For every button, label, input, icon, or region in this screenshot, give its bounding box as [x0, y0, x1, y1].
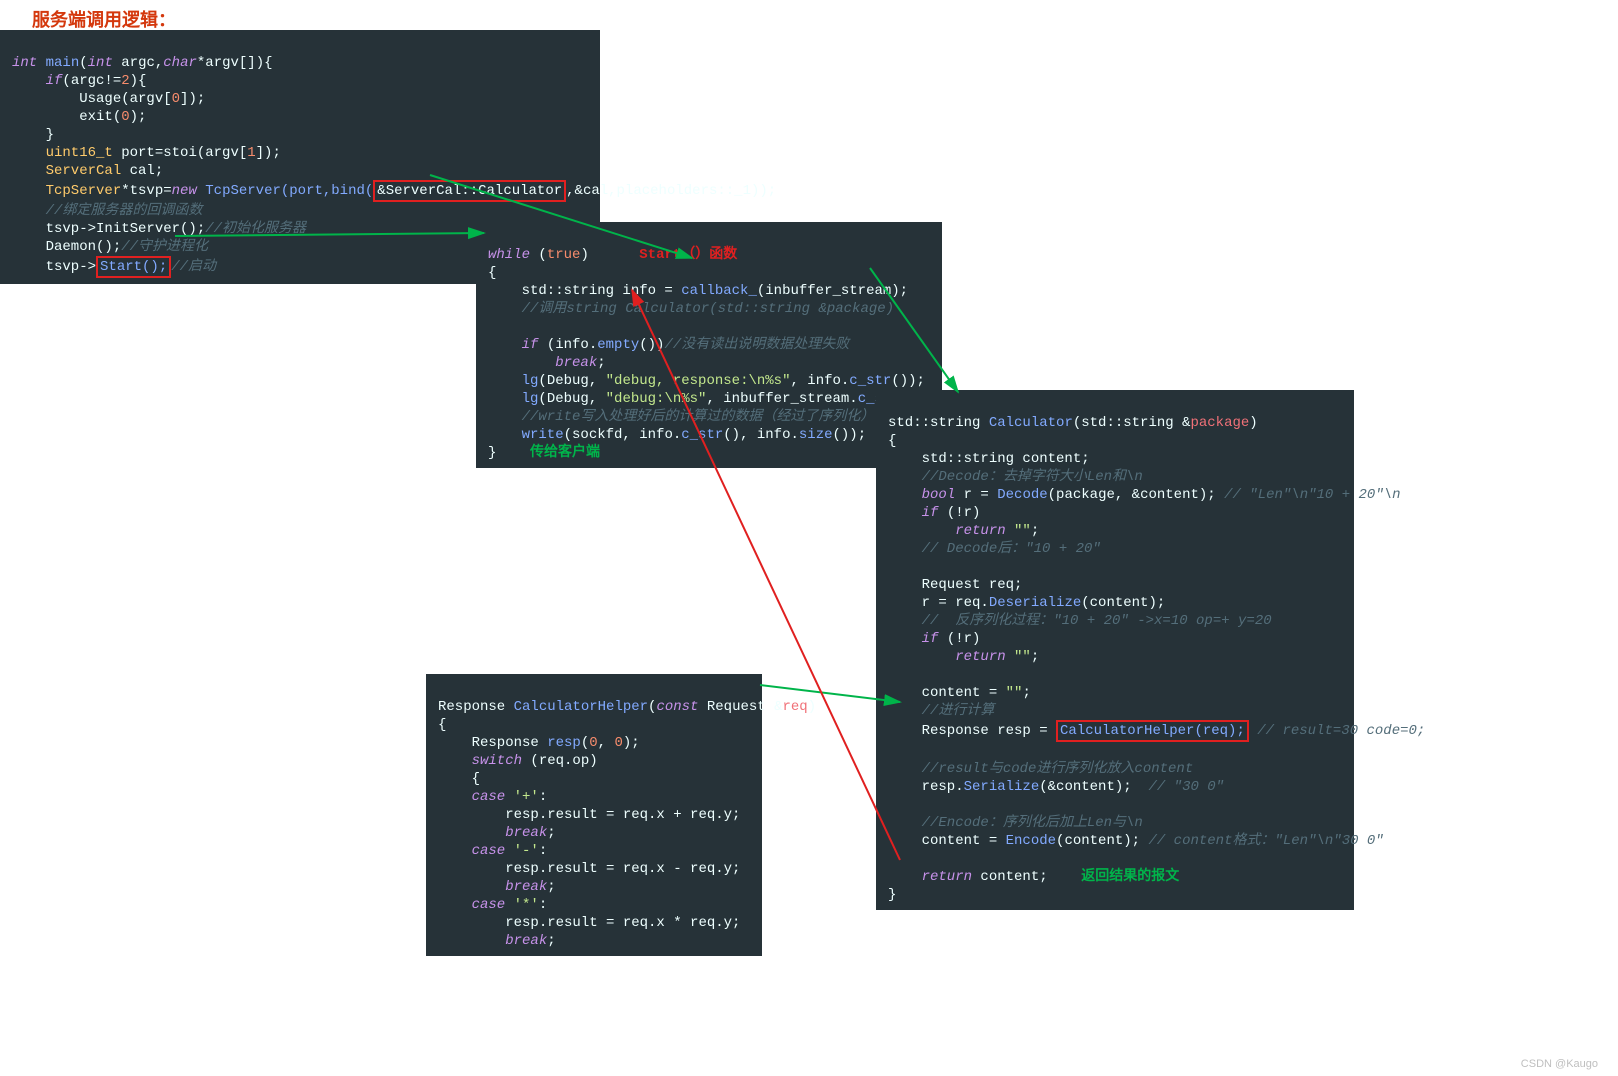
highlight-servercal-calculator: &ServerCal::Calculator: [373, 180, 566, 202]
code-block-start: while (true) Start（）函数 { std::string inf…: [476, 222, 942, 468]
code-block-calculatorhelper: Response CalculatorHelper(const Request …: [426, 674, 762, 956]
annotation-start-fn: Start（）函数: [639, 247, 737, 263]
code-block-calculator: std::string Calculator(std::string &pack…: [876, 390, 1354, 910]
annotation-send-client: 传给客户端: [530, 445, 600, 461]
highlight-calculatorhelper-call: CalculatorHelper(req);: [1056, 720, 1249, 742]
diagram-title: 服务端调用逻辑：: [32, 6, 176, 32]
highlight-start: Start();: [96, 256, 171, 278]
watermark: CSDN @Kaugo: [1521, 1058, 1598, 1070]
annotation-return-msg: 返回结果的报文: [1081, 869, 1179, 885]
